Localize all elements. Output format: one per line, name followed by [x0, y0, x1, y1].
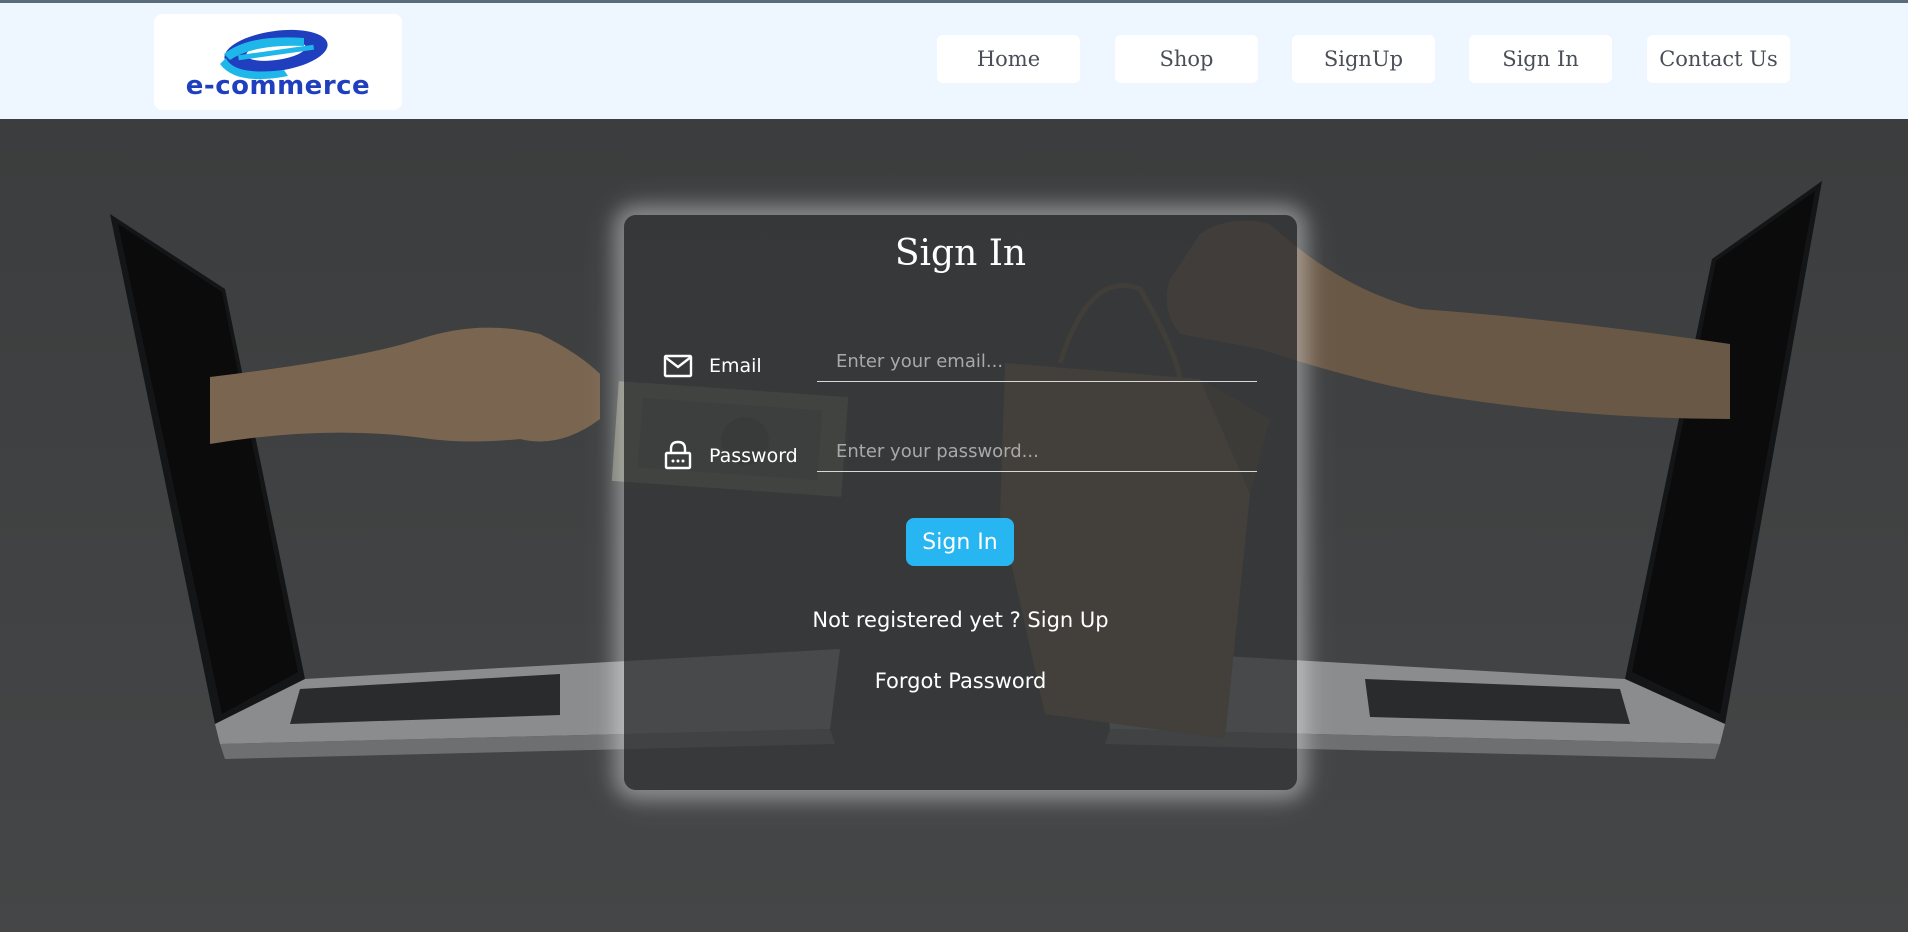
- logo-text: e-commerce: [185, 71, 371, 101]
- signin-submit-button[interactable]: Sign In: [906, 518, 1014, 566]
- email-field[interactable]: [817, 342, 1257, 382]
- nav-signin[interactable]: Sign In: [1469, 35, 1612, 83]
- forgot-password-link[interactable]: Forgot Password: [624, 669, 1297, 693]
- password-label: Password: [709, 445, 798, 467]
- hero-section: Sign In Email Password Sign In Not regis…: [0, 119, 1908, 932]
- signup-link[interactable]: Not registered yet ? Sign Up: [624, 608, 1297, 632]
- site-logo[interactable]: e-commerce: [154, 14, 402, 110]
- nav-signup[interactable]: SignUp: [1292, 35, 1435, 83]
- nav-contact-us[interactable]: Contact Us: [1647, 35, 1790, 83]
- lock-icon: [664, 440, 692, 474]
- email-label: Email: [709, 355, 762, 377]
- navbar: e-commerce Home Shop SignUp Sign In Cont…: [0, 3, 1908, 119]
- nav-home[interactable]: Home: [937, 35, 1080, 83]
- nav-shop[interactable]: Shop: [1115, 35, 1258, 83]
- signin-title: Sign In: [894, 233, 1027, 274]
- mail-icon: [663, 354, 693, 382]
- password-field[interactable]: [817, 432, 1257, 472]
- signin-card: Sign In Email Password Sign In Not regis…: [624, 215, 1297, 790]
